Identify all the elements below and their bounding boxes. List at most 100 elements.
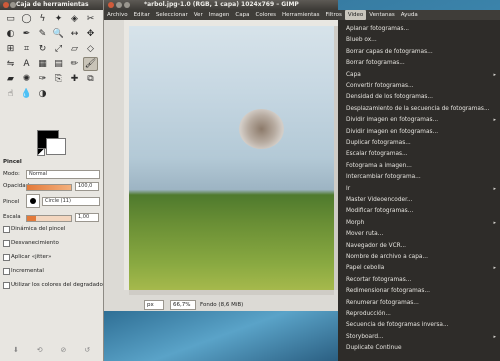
paintbrush-icon[interactable]: 🖌: [83, 57, 98, 71]
color-picker-icon[interactable]: ✎: [35, 27, 50, 41]
video-menu-item[interactable]: Convertir fotogramas...: [338, 81, 500, 92]
text-icon[interactable]: A: [19, 57, 34, 71]
move-icon[interactable]: ✥: [83, 27, 98, 41]
video-menu-item[interactable]: Densidad de los fotogramas...: [338, 92, 500, 103]
save-options-icon[interactable]: ⬇: [13, 346, 19, 354]
brush-name-field[interactable]: Circle (11): [42, 197, 100, 206]
heal-icon[interactable]: ✚: [67, 72, 82, 86]
opacity-field[interactable]: 100,0: [75, 182, 99, 191]
menu-ventanas[interactable]: Ventanas: [366, 10, 397, 20]
video-menu-item[interactable]: Recortar fotogramas...: [338, 275, 500, 286]
video-menu-item[interactable]: Master Videoencoder...: [338, 195, 500, 206]
video-menu-item[interactable]: Redimensionar fotogramas...: [338, 286, 500, 297]
video-menu-item[interactable]: Morph ▸: [338, 218, 500, 229]
smudge-icon[interactable]: ☝: [3, 87, 18, 101]
scale-slider[interactable]: [26, 215, 72, 222]
video-menu-item[interactable]: Ir ▸: [338, 184, 500, 195]
video-menu-item[interactable]: Navegador de VCR...: [338, 241, 500, 252]
blur-icon[interactable]: 💧: [19, 87, 34, 101]
flip-icon[interactable]: ⇋: [3, 57, 18, 71]
video-menu-item[interactable]: Storyboard... ▸: [338, 332, 500, 343]
video-menu-item[interactable]: Borrar fotogramas...: [338, 58, 500, 69]
video-menu-item[interactable]: Duplicate Continue: [338, 343, 500, 354]
scale-icon[interactable]: ⤢: [51, 42, 66, 56]
crop-icon[interactable]: ⌗: [19, 42, 34, 56]
fade-checkbox[interactable]: [3, 240, 10, 247]
align-icon[interactable]: ⊞: [3, 42, 18, 56]
minimize-icon[interactable]: [116, 2, 122, 8]
dodge-icon[interactable]: ◑: [35, 87, 50, 101]
toolbox-titlebar[interactable]: Caja de herramientas: [0, 0, 103, 10]
brush-dynamics-checkbox[interactable]: [3, 226, 10, 233]
video-menu-item[interactable]: Renumerar fotogramas...: [338, 298, 500, 309]
menu-ayuda[interactable]: Ayuda: [398, 10, 421, 20]
video-menu-item[interactable]: Mover ruta...: [338, 229, 500, 240]
clone-icon[interactable]: ⎘: [51, 72, 66, 86]
scissors-icon[interactable]: ✂: [83, 12, 98, 26]
perspective-clone-icon[interactable]: ⧉: [83, 72, 98, 86]
gradient-colors-checkbox[interactable]: [3, 282, 10, 289]
background-color-swatch[interactable]: [46, 138, 66, 155]
mode-select[interactable]: Normal: [26, 170, 100, 179]
foreground-select-icon[interactable]: ◐: [3, 27, 18, 41]
maximize-icon[interactable]: [124, 2, 130, 8]
menu-seleccionar[interactable]: Seleccionar: [153, 10, 191, 20]
jitter-checkbox[interactable]: [3, 254, 10, 261]
horizontal-scrollbar[interactable]: [129, 290, 334, 295]
menu-video[interactable]: Video: [344, 10, 367, 20]
menu-filtros[interactable]: Filtros: [322, 10, 344, 20]
delete-options-icon[interactable]: ⊘: [60, 346, 66, 354]
rotate-icon[interactable]: ↻: [35, 42, 50, 56]
close-icon[interactable]: [3, 2, 9, 8]
image-canvas[interactable]: [129, 26, 334, 290]
incremental-checkbox[interactable]: [3, 268, 10, 275]
video-menu-item[interactable]: Papel cebolla ▸: [338, 263, 500, 274]
video-menu-item[interactable]: Modificar fotogramas...: [338, 206, 500, 217]
restore-options-icon[interactable]: ⟲: [37, 346, 43, 354]
airbrush-icon[interactable]: ✺: [19, 72, 34, 86]
paths-icon[interactable]: ✒: [19, 27, 34, 41]
video-menu-item[interactable]: Secuencia de fotogramas inversa...: [338, 320, 500, 331]
opacity-slider[interactable]: [26, 184, 72, 191]
video-menu-item[interactable]: Blueb ox...: [338, 35, 500, 46]
ink-icon[interactable]: ✑: [35, 72, 50, 86]
video-menu-item[interactable]: Fotograma a imagen...: [338, 161, 500, 172]
unit-select[interactable]: px: [144, 300, 164, 310]
fuzzy-select-icon[interactable]: ✦: [51, 12, 66, 26]
shear-icon[interactable]: ▱: [67, 42, 82, 56]
video-menu-item[interactable]: Desplazamiento de la secuencia de fotogr…: [338, 104, 500, 115]
menu-capa[interactable]: Capa: [232, 10, 252, 20]
image-titlebar[interactable]: *arbol.jpg-1.0 (RGB, 1 capa) 1024x769 – …: [104, 0, 338, 10]
menu-archivo[interactable]: Archivo: [104, 10, 131, 20]
scale-field[interactable]: 1,00: [75, 213, 99, 222]
close-icon[interactable]: [108, 2, 114, 8]
color-select-icon[interactable]: ◈: [67, 12, 82, 26]
eraser-icon[interactable]: ▰: [3, 72, 18, 86]
ellipse-select-icon[interactable]: ◯: [19, 12, 34, 26]
pencil-icon[interactable]: ✏: [67, 57, 82, 71]
video-menu-item[interactable]: Dividir imagen en fotogramas...: [338, 127, 500, 138]
video-menu-item[interactable]: Borrar capas de fotogramas...: [338, 47, 500, 58]
video-menu-item[interactable]: Nombre de archivo a capa...: [338, 252, 500, 263]
menu-colores[interactable]: Colores: [253, 10, 280, 20]
video-menu-item[interactable]: Reproducción...: [338, 309, 500, 320]
bucket-fill-icon[interactable]: ▦: [35, 57, 50, 71]
video-menu-item[interactable]: Capa ▸: [338, 70, 500, 81]
video-menu-item[interactable]: Duplicar fotogramas...: [338, 138, 500, 149]
menu-ver[interactable]: Ver: [191, 10, 206, 20]
zoom-icon[interactable]: 🔍: [51, 27, 66, 41]
rect-select-icon[interactable]: ▭: [3, 12, 18, 26]
free-select-icon[interactable]: ϟ: [35, 12, 50, 26]
blend-icon[interactable]: ▤: [51, 57, 66, 71]
video-menu-item[interactable]: Escalar fotogramas...: [338, 149, 500, 160]
video-menu-item[interactable]: Aplanar fotogramas...: [338, 24, 500, 35]
zoom-select[interactable]: 66,7%: [170, 300, 196, 310]
menu-imagen[interactable]: Imagen: [206, 10, 233, 20]
default-colors-icon[interactable]: [37, 148, 45, 156]
perspective-icon[interactable]: ◇: [83, 42, 98, 56]
measure-icon[interactable]: ↔: [67, 27, 82, 41]
video-menu-item[interactable]: Dividir imagen en fotogramas... ▸: [338, 115, 500, 126]
brush-preview[interactable]: [26, 194, 40, 208]
reset-options-icon[interactable]: ↺: [84, 346, 90, 354]
menu-herramientas[interactable]: Herramientas: [279, 10, 322, 20]
